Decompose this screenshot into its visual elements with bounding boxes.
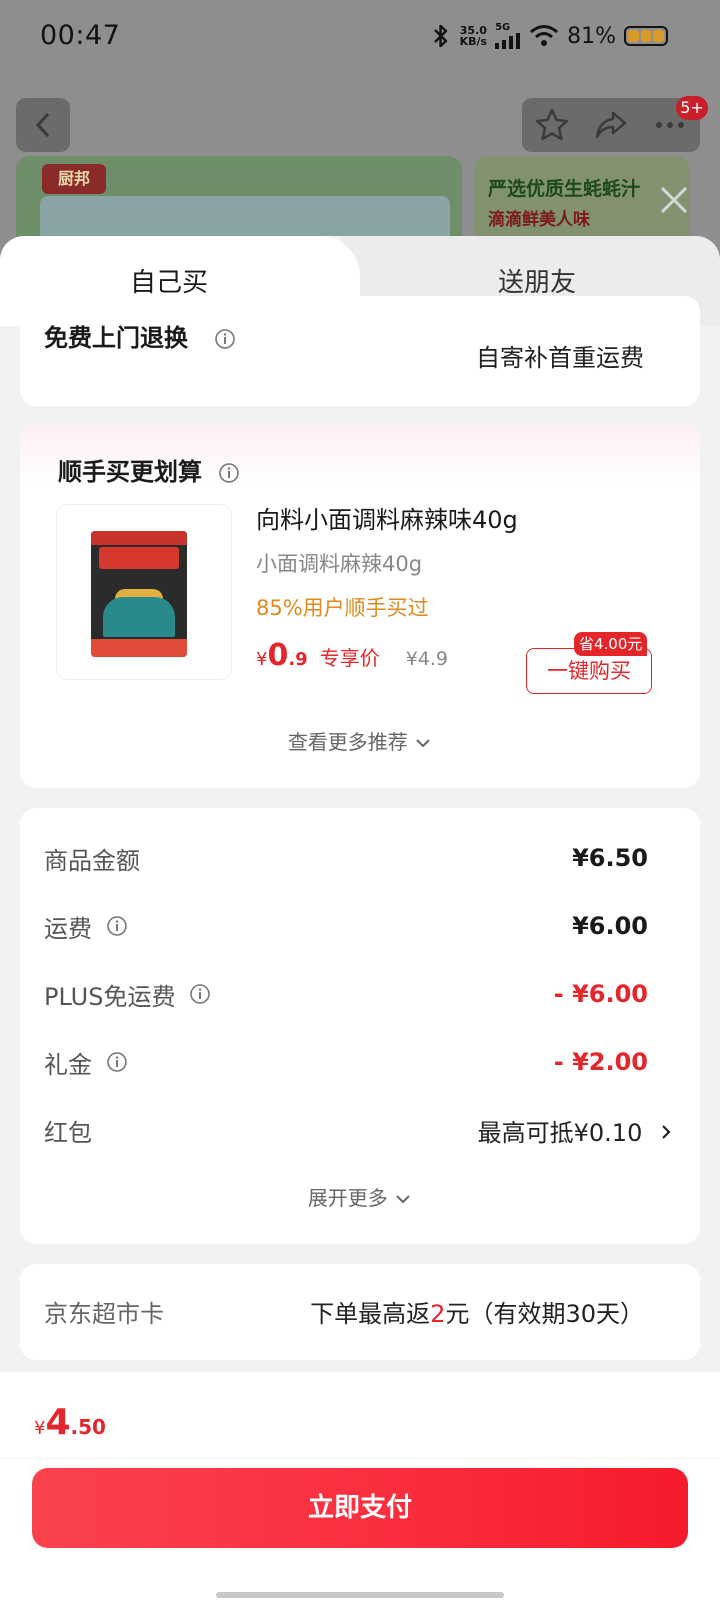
product-name[interactable]: 向料小面调料麻辣味40g bbox=[256, 500, 518, 535]
home-indicator[interactable] bbox=[216, 1592, 504, 1598]
expand-more-link[interactable]: 展开更多 bbox=[20, 1182, 700, 1211]
summary-row-plus-free-shipping: PLUS免运费 - ¥6.00 bbox=[44, 980, 648, 1011]
return-service-label: 免费上门退换 bbox=[44, 318, 236, 353]
product-spec: 小面调料麻辣40g bbox=[256, 552, 423, 576]
signal-icon: 5G bbox=[495, 23, 521, 49]
upsell-title: 顺手买更划算 bbox=[58, 452, 240, 487]
network-speed: 35.0 KB/s bbox=[459, 24, 488, 48]
return-service-value: 自寄补首重运费 bbox=[476, 344, 644, 372]
upsell-card: 顺手买更划算 向料小面调料麻辣味40g 小面调料麻辣40g 85%用户顺手买过 … bbox=[20, 424, 700, 788]
chevron-down-icon bbox=[416, 739, 430, 748]
product-image[interactable] bbox=[56, 504, 232, 680]
battery-percent: 81% bbox=[567, 23, 616, 49]
battery-icon bbox=[624, 26, 668, 46]
summary-row-red-packet[interactable]: 红包 最高可抵¥0.10 bbox=[44, 1110, 672, 1150]
info-icon[interactable] bbox=[106, 1051, 128, 1073]
chevron-left-icon bbox=[35, 112, 50, 138]
jd-supermarket-card[interactable]: 京东超市卡 下单最高返2元（有效期30天） bbox=[20, 1264, 700, 1360]
more-recommendations-link[interactable]: 查看更多推荐 bbox=[20, 726, 700, 755]
summary-row-gift-money: 礼金 - ¥2.00 bbox=[44, 1048, 648, 1079]
status-bar: 00:47 35.0 KB/s 5G 81% bbox=[0, 0, 720, 76]
tab-buy-for-self[interactable]: 自己买 bbox=[130, 262, 208, 299]
savings-badge: 省4.00元 bbox=[574, 632, 648, 656]
status-icons: 35.0 KB/s 5G 81% bbox=[430, 22, 668, 50]
info-icon[interactable] bbox=[214, 328, 236, 350]
return-service-card: 免费上门退换 自寄补首重运费 bbox=[20, 296, 700, 406]
wifi-icon bbox=[530, 25, 559, 46]
exclusive-price-tag: 专享价 bbox=[319, 646, 380, 670]
cart-badge: 5+ bbox=[676, 96, 708, 120]
total-price: ¥ 4 .50 bbox=[34, 1402, 106, 1443]
info-icon[interactable] bbox=[189, 983, 211, 1005]
order-summary-card: 商品金额 ¥6.50 运费 ¥6.00 PLUS免运费 - ¥6.00 礼金 -… bbox=[20, 808, 700, 1244]
seasoning-package-image bbox=[91, 531, 187, 657]
info-icon[interactable] bbox=[106, 915, 128, 937]
star-icon[interactable] bbox=[534, 107, 570, 143]
social-proof: 85%用户顺手买过 bbox=[256, 596, 429, 620]
divider bbox=[0, 1458, 720, 1459]
share-icon[interactable] bbox=[593, 107, 629, 143]
summary-row-shipping: 运费 ¥6.00 bbox=[44, 912, 648, 943]
pay-now-button[interactable]: 立即支付 bbox=[32, 1468, 688, 1548]
original-price: ¥4.9 bbox=[405, 648, 449, 670]
checkout-footer: ¥ 4 .50 立即支付 bbox=[0, 1372, 720, 1600]
jd-card-label: 京东超市卡 bbox=[44, 1300, 164, 1328]
status-time: 00:47 bbox=[40, 20, 121, 51]
info-icon[interactable] bbox=[218, 462, 240, 484]
chevron-right-icon bbox=[662, 1124, 671, 1139]
product-price: ¥ 0 .9 专享价 ¥4.9 bbox=[256, 638, 449, 673]
chevron-down-icon bbox=[396, 1195, 410, 1204]
brand-logo: 厨邦 bbox=[42, 164, 106, 194]
jd-card-value: 下单最高返2元（有效期30天） bbox=[310, 1300, 644, 1328]
close-icon[interactable] bbox=[656, 182, 692, 218]
back-button[interactable] bbox=[16, 98, 70, 152]
summary-row-goods: 商品金额 ¥6.50 bbox=[44, 844, 648, 875]
bluetooth-icon bbox=[433, 24, 447, 48]
header-actions bbox=[522, 98, 700, 152]
tab-gift-to-friend[interactable]: 送朋友 bbox=[498, 262, 576, 299]
